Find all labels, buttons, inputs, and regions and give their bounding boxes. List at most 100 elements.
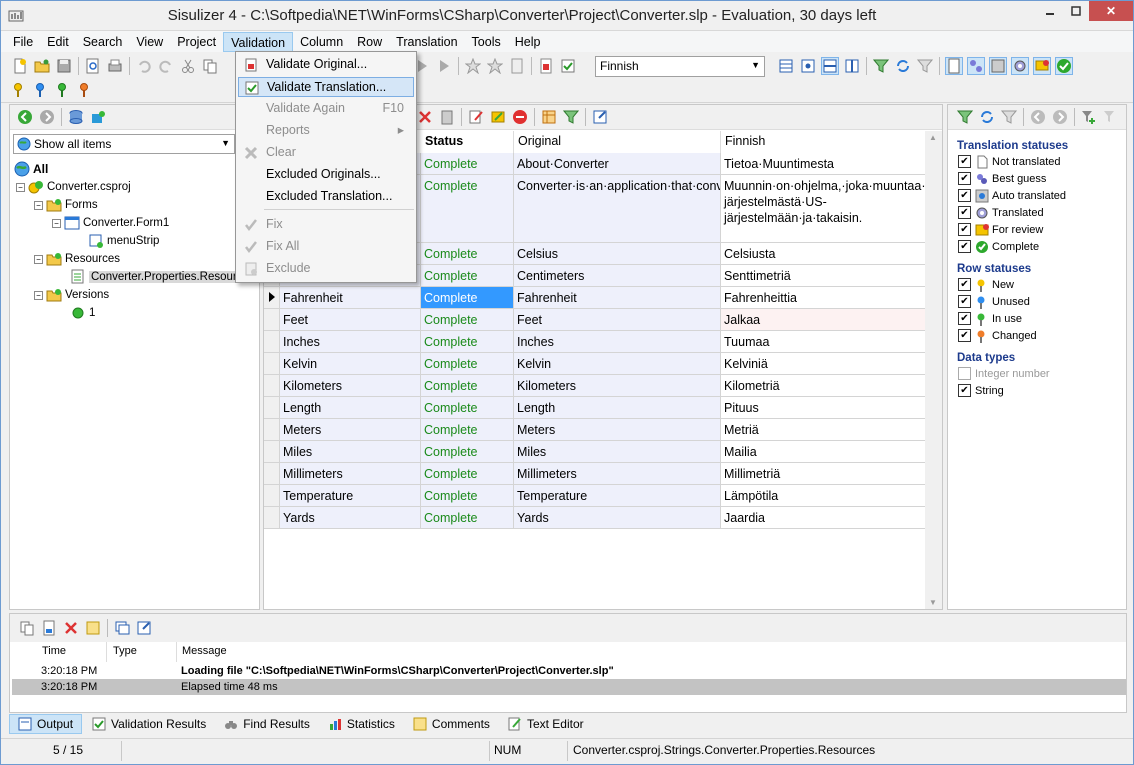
cell-translation[interactable]: Senttimetriä [721,265,926,287]
cell-status[interactable]: Complete [421,397,514,419]
tree-node-all[interactable]: All [14,160,48,178]
cell-translation[interactable]: Lämpötila [721,485,926,507]
settings-gear-icon[interactable] [1011,57,1029,75]
copy-icon[interactable] [201,57,219,75]
horizontal-split-icon[interactable] [821,57,839,75]
filter-icon[interactable] [872,57,890,75]
menu-translation[interactable]: Translation [389,32,464,52]
cell-status[interactable]: Complete [421,419,514,441]
edit-note-icon[interactable] [467,108,485,126]
cell-original[interactable]: Celsius [514,243,721,265]
database-icon[interactable] [67,108,85,126]
edit-yellow-icon[interactable] [489,108,507,126]
grid-row[interactable]: Kelvin Complete Kelvin Kelviniä [264,353,926,375]
cell-translation[interactable]: Kilometriä [721,375,926,397]
checkbox[interactable]: ✔ [958,223,971,236]
forward-icon[interactable] [1051,108,1069,126]
delete-icon[interactable] [416,108,434,126]
column-header-original[interactable]: Original [514,131,721,153]
cell-translation[interactable]: Pituus [721,397,926,419]
minimize-button[interactable] [1037,1,1063,21]
stop-icon[interactable] [511,108,529,126]
filter-row-in-use[interactable]: ✔ In use [958,310,1022,327]
next-icon[interactable] [435,57,453,75]
filter-off-icon[interactable] [916,57,934,75]
filter-icon[interactable] [562,108,580,126]
cell-id[interactable]: Kelvin [280,353,421,375]
preview-layout-icon[interactable] [799,57,817,75]
window-icon[interactable] [113,619,131,637]
filter-status-not-translated[interactable]: ✔ Not translated [958,153,1060,170]
grid-row[interactable]: Inches Complete Inches Tuumaa [264,331,926,353]
cell-status[interactable]: Complete [421,463,514,485]
checkbox[interactable]: ✔ [958,189,971,202]
cell-id[interactable]: Kilometers [280,375,421,397]
tree-node-form1[interactable]: − Converter.Form1 [52,214,169,232]
cell-status[interactable]: Complete [421,309,514,331]
menu-view[interactable]: View [129,32,170,52]
maximize-button[interactable] [1063,1,1089,21]
collapse-icon[interactable]: − [34,254,43,264]
grid-row[interactable]: Temperature Complete Temperature Lämpötila [264,485,926,507]
filter-status-for-review[interactable]: ✔ For review [958,221,1043,238]
tree-node-properties-resources[interactable]: Converter.Properties.Resources [70,268,257,286]
cell-original[interactable]: Feet [514,309,721,331]
collapse-icon[interactable]: − [52,218,61,228]
key-green-icon[interactable] [55,81,73,99]
grid-row[interactable]: Millimeters Complete Millimeters Millimetri… [264,463,926,485]
cell-original[interactable]: Inches [514,331,721,353]
validation-menu-item-excluded-translation[interactable]: Excluded Translation... [238,187,414,207]
checkbox[interactable]: ✔ [958,312,971,325]
filter-status-complete[interactable]: ✔ Complete [958,238,1039,255]
filter-icon[interactable] [956,108,974,126]
star-outline-icon[interactable] [486,57,504,75]
cell-original[interactable]: Length [514,397,721,419]
print-preview-icon[interactable] [84,57,102,75]
validation-menu-item-fix[interactable]: Fix [238,215,414,235]
cell-status[interactable]: Complete [421,375,514,397]
grid-layout-icon[interactable] [777,57,795,75]
filter-off-icon[interactable] [1000,108,1018,126]
grid-row[interactable]: Miles Complete Miles Mailia [264,441,926,463]
output-header-type[interactable]: Type [113,645,137,657]
menu-edit[interactable]: Edit [40,32,76,52]
cell-original[interactable]: About·Converter [514,153,721,175]
grid-row[interactable]: Yards Complete Yards Jaardia [264,507,926,529]
validation-menu-item-validate-again[interactable]: Validate Again F10 [238,99,414,119]
back-icon[interactable] [16,108,34,126]
validation-menu-item-clear[interactable]: Clear [238,143,414,163]
note-icon[interactable] [84,619,102,637]
checkbox[interactable]: ✔ [958,295,971,308]
cell-translation[interactable]: Muunnin·on·ohjelma,·joka·muuntaa·mittayk… [721,175,926,243]
tree-node-menustrip[interactable]: menuStrip [88,232,159,250]
clipboard-icon[interactable] [438,108,456,126]
back-icon[interactable] [1029,108,1047,126]
cell-original[interactable]: Fahrenheit [514,287,721,309]
cell-original[interactable]: Meters [514,419,721,441]
tree-view-icon[interactable] [967,57,985,75]
tab-validation-results[interactable]: Validation Results [84,714,214,734]
tree-node-csproj[interactable]: − Converter.csproj [16,178,131,196]
output-row[interactable]: 3:20:18 PM Elapsed time 48 ms [12,679,1126,695]
undo-icon[interactable] [135,57,153,75]
forward-icon[interactable] [38,108,56,126]
menu-tools[interactable]: Tools [465,32,508,52]
tab-statistics[interactable]: Statistics [320,714,403,734]
cell-status[interactable]: Complete [421,175,514,243]
cell-status[interactable]: Complete [421,331,514,353]
cell-status[interactable]: Complete [421,441,514,463]
grid-row[interactable]: Length Complete Length Pituus [264,397,926,419]
grid-row[interactable]: Feet Complete Feet Jalkaa [264,309,926,331]
filter-row-new[interactable]: ✔ New [958,276,1014,293]
tab-text-editor[interactable]: Text Editor [500,714,592,734]
tree-node-forms[interactable]: − Forms [34,196,98,214]
validation-menu-item-validate-original[interactable]: Validate Original... [238,55,414,75]
key-blue-icon[interactable] [33,81,51,99]
cell-status[interactable]: Complete [421,153,514,175]
filter-status-auto-translated[interactable]: ✔ Auto translated [958,187,1066,204]
redo-icon[interactable] [157,57,175,75]
menu-validation[interactable]: Validation [223,31,294,52]
checkbox[interactable]: ✔ [958,172,971,185]
cell-translation[interactable]: Tietoa·Muuntimesta [721,153,926,175]
tree-node-version-1[interactable]: 1 [70,304,95,322]
